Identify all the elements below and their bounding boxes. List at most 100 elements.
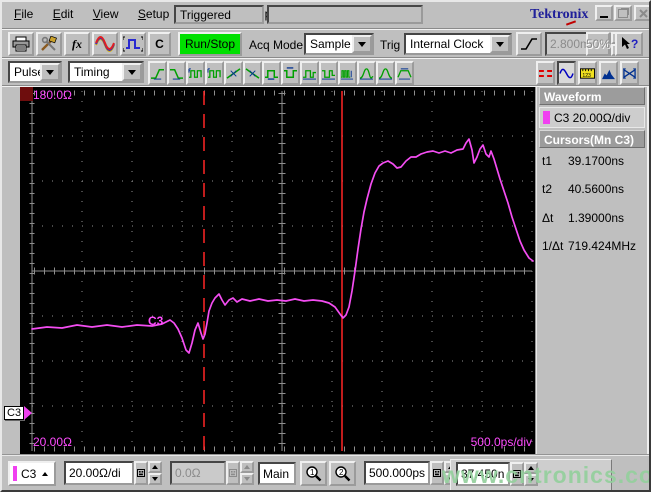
set-50pct-button[interactable]: 50%	[586, 32, 610, 56]
zoom1-button[interactable]: 1	[300, 461, 327, 486]
print-icon	[12, 36, 30, 52]
pulse-define-button[interactable]	[120, 32, 146, 56]
vertical-scale-value: 20.00Ω/di	[69, 466, 121, 480]
keypad-icon	[229, 469, 237, 477]
histogram-mode-button[interactable]	[599, 61, 618, 85]
display-area: 180.0Ω 20.00Ω 500.0ps/div C3 C3 Waveform…	[2, 87, 649, 454]
trigger-status-text: Triggered	[180, 7, 231, 22]
readout-row-t2: t2 40.5600ns	[539, 182, 647, 196]
restore-icon	[618, 8, 628, 18]
measure-neg-pulse-button[interactable]	[319, 61, 338, 85]
acq-mode-select[interactable]: Sample	[304, 33, 374, 55]
plot-left-margin	[2, 87, 20, 454]
gauss-icon	[378, 67, 393, 80]
menu-file[interactable]: File	[6, 5, 41, 24]
zoom2-button[interactable]: 2	[329, 461, 356, 486]
context-help-button[interactable]: ?	[615, 32, 643, 56]
measure-gauss-button[interactable]	[376, 61, 395, 85]
tools-button[interactable]	[36, 32, 62, 56]
rising-slope-icon	[521, 38, 537, 50]
maximize-button[interactable]	[614, 5, 632, 21]
channel-select-button[interactable]: C3	[8, 461, 56, 486]
signal-category-select[interactable]: Pulse	[8, 61, 62, 83]
spin-up-icon[interactable]	[240, 461, 254, 473]
channel-color-stripe	[13, 466, 17, 481]
close-button[interactable]	[634, 5, 649, 21]
measure-pos-pulse-button[interactable]	[300, 61, 319, 85]
menu-setup[interactable]: Setup	[130, 5, 177, 24]
channel-marker-arrow-icon	[24, 406, 33, 420]
waveform-entry-row[interactable]: C3 20.00Ω/div	[539, 107, 645, 128]
timebase-label: 500.0ps/div	[470, 435, 532, 449]
acq-mode-dropdown-button[interactable]	[352, 35, 372, 53]
c-icon: C	[155, 37, 164, 51]
vertical-offset-spinner[interactable]	[240, 461, 254, 485]
popup-arrow-icon	[42, 471, 49, 476]
trig-source-dropdown-button[interactable]	[490, 35, 510, 53]
spin-down-icon[interactable]	[240, 473, 254, 485]
clear-button[interactable]: C	[148, 32, 171, 56]
chevron-down-icon	[496, 41, 504, 47]
magnifier-1-icon: 1	[306, 466, 322, 482]
channel-marker[interactable]: C3	[4, 406, 33, 420]
color-waveforms-icon	[95, 36, 115, 52]
waveform-display-button[interactable]	[92, 32, 118, 56]
acq-mode-value: Sample	[310, 37, 351, 51]
horizontal-scale-field[interactable]: 500.000ps	[364, 461, 430, 485]
rise-cross-icon	[226, 67, 241, 79]
waveform-display[interactable]: 180.0Ω 20.00Ω 500.0ps/div C3	[20, 87, 535, 454]
signal-category-dropdown-button[interactable]	[40, 63, 60, 81]
measurement-mode-button[interactable]: 123	[578, 61, 597, 85]
acq-mode-label: Acq Mode	[249, 38, 304, 52]
measure-flattop-button[interactable]	[395, 61, 414, 85]
measure-view-select[interactable]: Timing	[68, 61, 144, 83]
vertical-offset-keypad-button[interactable]	[226, 461, 240, 485]
magnifier-2-icon: 2	[335, 466, 351, 482]
function-button[interactable]: fx	[64, 32, 90, 56]
histogram-icon	[602, 69, 615, 79]
readout-value: 719.424MHz	[568, 239, 637, 253]
spin-down-icon[interactable]	[148, 473, 162, 485]
waveform-mode-button[interactable]	[557, 61, 576, 85]
channel-select-label: C3	[21, 466, 37, 481]
spin-up-icon[interactable]	[148, 461, 162, 473]
tools-icon	[41, 36, 57, 51]
watermark-text: www.cntronics.com	[442, 462, 649, 488]
measure-gauss-tail-button[interactable]	[357, 61, 376, 85]
timebase-mode-box[interactable]: Main	[258, 462, 296, 485]
vertical-scale-field[interactable]: 20.00Ω/di	[64, 461, 134, 485]
mask-mode-button[interactable]	[620, 61, 639, 85]
measure-fall-time-button[interactable]	[167, 61, 186, 85]
measure-view-value: Timing	[74, 65, 110, 79]
menu-edit[interactable]: Edit	[45, 5, 82, 24]
measure-pos-width-button[interactable]	[262, 61, 281, 85]
cursors-mode-button[interactable]	[536, 61, 555, 85]
trig-source-select[interactable]: Internal Clock	[404, 33, 512, 55]
vertical-offset-field[interactable]: 0.0Ω	[170, 461, 226, 485]
trig-slope-button[interactable]	[516, 32, 542, 56]
measure-rise-time-button[interactable]	[148, 61, 167, 85]
measure-period-button[interactable]	[205, 61, 224, 85]
minimize-button[interactable]	[595, 5, 613, 21]
close-icon	[638, 8, 648, 18]
vertical-offset-value: 0.0Ω	[175, 466, 201, 480]
measure-view-dropdown-button[interactable]	[122, 63, 142, 81]
channel-color-swatch	[543, 111, 550, 124]
flattop-icon	[397, 67, 412, 80]
run-stop-button[interactable]: Run/Stop	[178, 32, 242, 56]
trig-label: Trig	[380, 38, 401, 52]
vertical-scale-spinner[interactable]	[148, 461, 162, 485]
measure-neg-width-button[interactable]	[281, 61, 300, 85]
pos-width-icon	[265, 69, 278, 80]
help-pointer-icon: ?	[622, 37, 638, 51]
measure-frequency-button[interactable]	[186, 61, 205, 85]
measure-fall-cross-button[interactable]	[243, 61, 262, 85]
print-button[interactable]	[8, 32, 34, 56]
vertical-top-label: 180.0Ω	[33, 88, 72, 102]
measure-rise-cross-button[interactable]	[224, 61, 243, 85]
vertical-scale-keypad-button[interactable]	[134, 461, 148, 485]
measure-burst-button[interactable]	[338, 61, 357, 85]
sine-icon	[559, 68, 574, 78]
timebase-mode-value: Main	[263, 466, 290, 481]
menu-view[interactable]: View	[85, 5, 127, 24]
